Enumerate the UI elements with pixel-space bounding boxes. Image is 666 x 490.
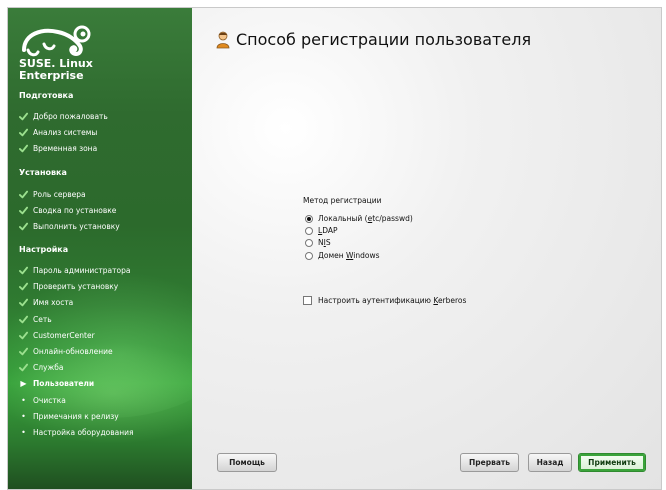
pending-step-dot-icon: • <box>21 428 26 437</box>
sidebar-step: Выполнить установку <box>19 222 120 231</box>
checkmark-icon <box>19 298 28 307</box>
sidebar-step: Анализ системы <box>19 128 97 137</box>
radio-label: NIS <box>318 238 331 247</box>
kerberos-label: Настроить аутентификацию Kerberos <box>318 296 467 305</box>
sidebar-step: ▶ Пользователи <box>19 379 94 388</box>
checkmark-icon <box>19 128 28 137</box>
suse-chameleon-logo-icon <box>22 25 91 57</box>
help-button[interactable]: Помощь <box>217 453 277 472</box>
sidebar-step: Добро пожаловать <box>19 112 108 121</box>
sidebar-step-label: Очистка <box>33 395 66 405</box>
brand-line-2: Enterprise <box>19 69 84 82</box>
main-content: Способ регистрации пользователя Метод ре… <box>192 8 661 489</box>
sidebar-step: • Очистка <box>19 396 66 405</box>
checkmark-icon <box>19 282 28 291</box>
brand-name: SUSE. Linux Enterprise <box>19 58 93 82</box>
sidebar-step: Временная зона <box>19 144 97 153</box>
kerberos-checkbox-row[interactable]: Настроить аутентификацию Kerberos <box>303 296 466 305</box>
back-button[interactable]: Назад <box>528 453 572 472</box>
radio-button[interactable] <box>305 226 313 235</box>
registration-method-option[interactable]: Домен Windows <box>305 251 380 260</box>
sidebar-step-label: Выполнить установку <box>33 222 120 232</box>
sidebar-step: • Примечания к релизу <box>19 412 119 421</box>
abort-button[interactable]: Прервать <box>460 453 519 472</box>
sidebar-step-label: Онлайн-обновление <box>33 347 113 356</box>
sidebar-step: Имя хоста <box>19 298 73 307</box>
pending-step-dot-icon: • <box>21 411 26 421</box>
sidebar-step: Сеть <box>19 315 52 324</box>
page-title: Способ регистрации пользователя <box>216 30 531 49</box>
installer-window: SUSE. Linux Enterprise Подготовка Добро п… <box>7 7 662 490</box>
kerberos-checkbox[interactable] <box>303 296 312 305</box>
sidebar-step-label: Добро пожаловать <box>33 112 108 121</box>
registration-method-option[interactable]: NIS <box>305 238 331 247</box>
checkmark-icon <box>19 331 28 340</box>
checkmark-icon <box>19 206 28 215</box>
checkmark-icon <box>19 222 28 231</box>
checkmark-icon <box>19 190 28 199</box>
sidebar-step: Служба <box>19 363 63 372</box>
checkmark-icon <box>19 144 28 153</box>
user-icon <box>216 31 230 48</box>
radio-button[interactable] <box>305 251 313 260</box>
checkmark-icon <box>19 363 28 372</box>
sidebar-step-label: Проверить установку <box>33 282 119 292</box>
radio-label: Локальный (etc/passwd) <box>318 214 413 223</box>
method-label: Метод регистрации <box>303 196 382 205</box>
registration-method-option[interactable]: Локальный (etc/passwd) <box>305 214 413 223</box>
sidebar-section-title: Подготовка <box>19 91 74 100</box>
sidebar-step: Проверить установку <box>19 282 118 291</box>
checkmark-icon <box>19 347 28 356</box>
sidebar-step-label: CustomerCenter <box>33 330 95 340</box>
sidebar-step-label: Настройка оборудования <box>33 428 134 437</box>
current-step-arrow-icon: ▶ <box>20 379 27 389</box>
sidebar-step-label: Сеть <box>33 314 52 324</box>
radio-button[interactable] <box>305 214 313 223</box>
radio-label: Домен Windows <box>318 251 380 260</box>
sidebar-step-label: Пароль администратора <box>33 266 131 275</box>
sidebar-step: Сводка по установке <box>19 206 116 215</box>
sidebar-step: Роль сервера <box>19 190 86 199</box>
checkmark-icon <box>19 112 28 121</box>
sidebar-step-label: Пользователи <box>33 379 95 389</box>
sidebar-step: Онлайн-обновление <box>19 347 113 356</box>
pending-step-dot-icon: • <box>21 395 26 405</box>
sidebar-step: • Настройка оборудования <box>19 428 134 437</box>
sidebar-section-title: Установка <box>19 168 67 177</box>
sidebar-step: Пароль администратора <box>19 266 130 275</box>
sidebar-step-label: Анализ системы <box>33 128 98 138</box>
checkmark-icon <box>19 315 28 324</box>
radio-button[interactable] <box>305 238 313 247</box>
registration-method-option[interactable]: LDAP <box>305 226 337 235</box>
sidebar-step-label: Сводка по установке <box>33 206 117 216</box>
checkmark-icon <box>19 266 28 275</box>
sidebar-step: CustomerCenter <box>19 331 95 340</box>
sidebar-step-label: Служба <box>33 363 64 373</box>
accept-button[interactable]: Применить <box>578 453 646 472</box>
sidebar: SUSE. Linux Enterprise Подготовка Добро п… <box>8 8 238 489</box>
sidebar-step-label: Роль сервера <box>33 190 86 199</box>
radio-label: LDAP <box>318 226 338 235</box>
sidebar-step-label: Временная зона <box>33 144 98 154</box>
sidebar-step-label: Имя хоста <box>33 298 74 308</box>
page-title-text: Способ регистрации пользователя <box>236 30 532 49</box>
sidebar-step-label: Примечания к релизу <box>33 411 119 421</box>
sidebar-section-title: Настройка <box>19 245 69 254</box>
